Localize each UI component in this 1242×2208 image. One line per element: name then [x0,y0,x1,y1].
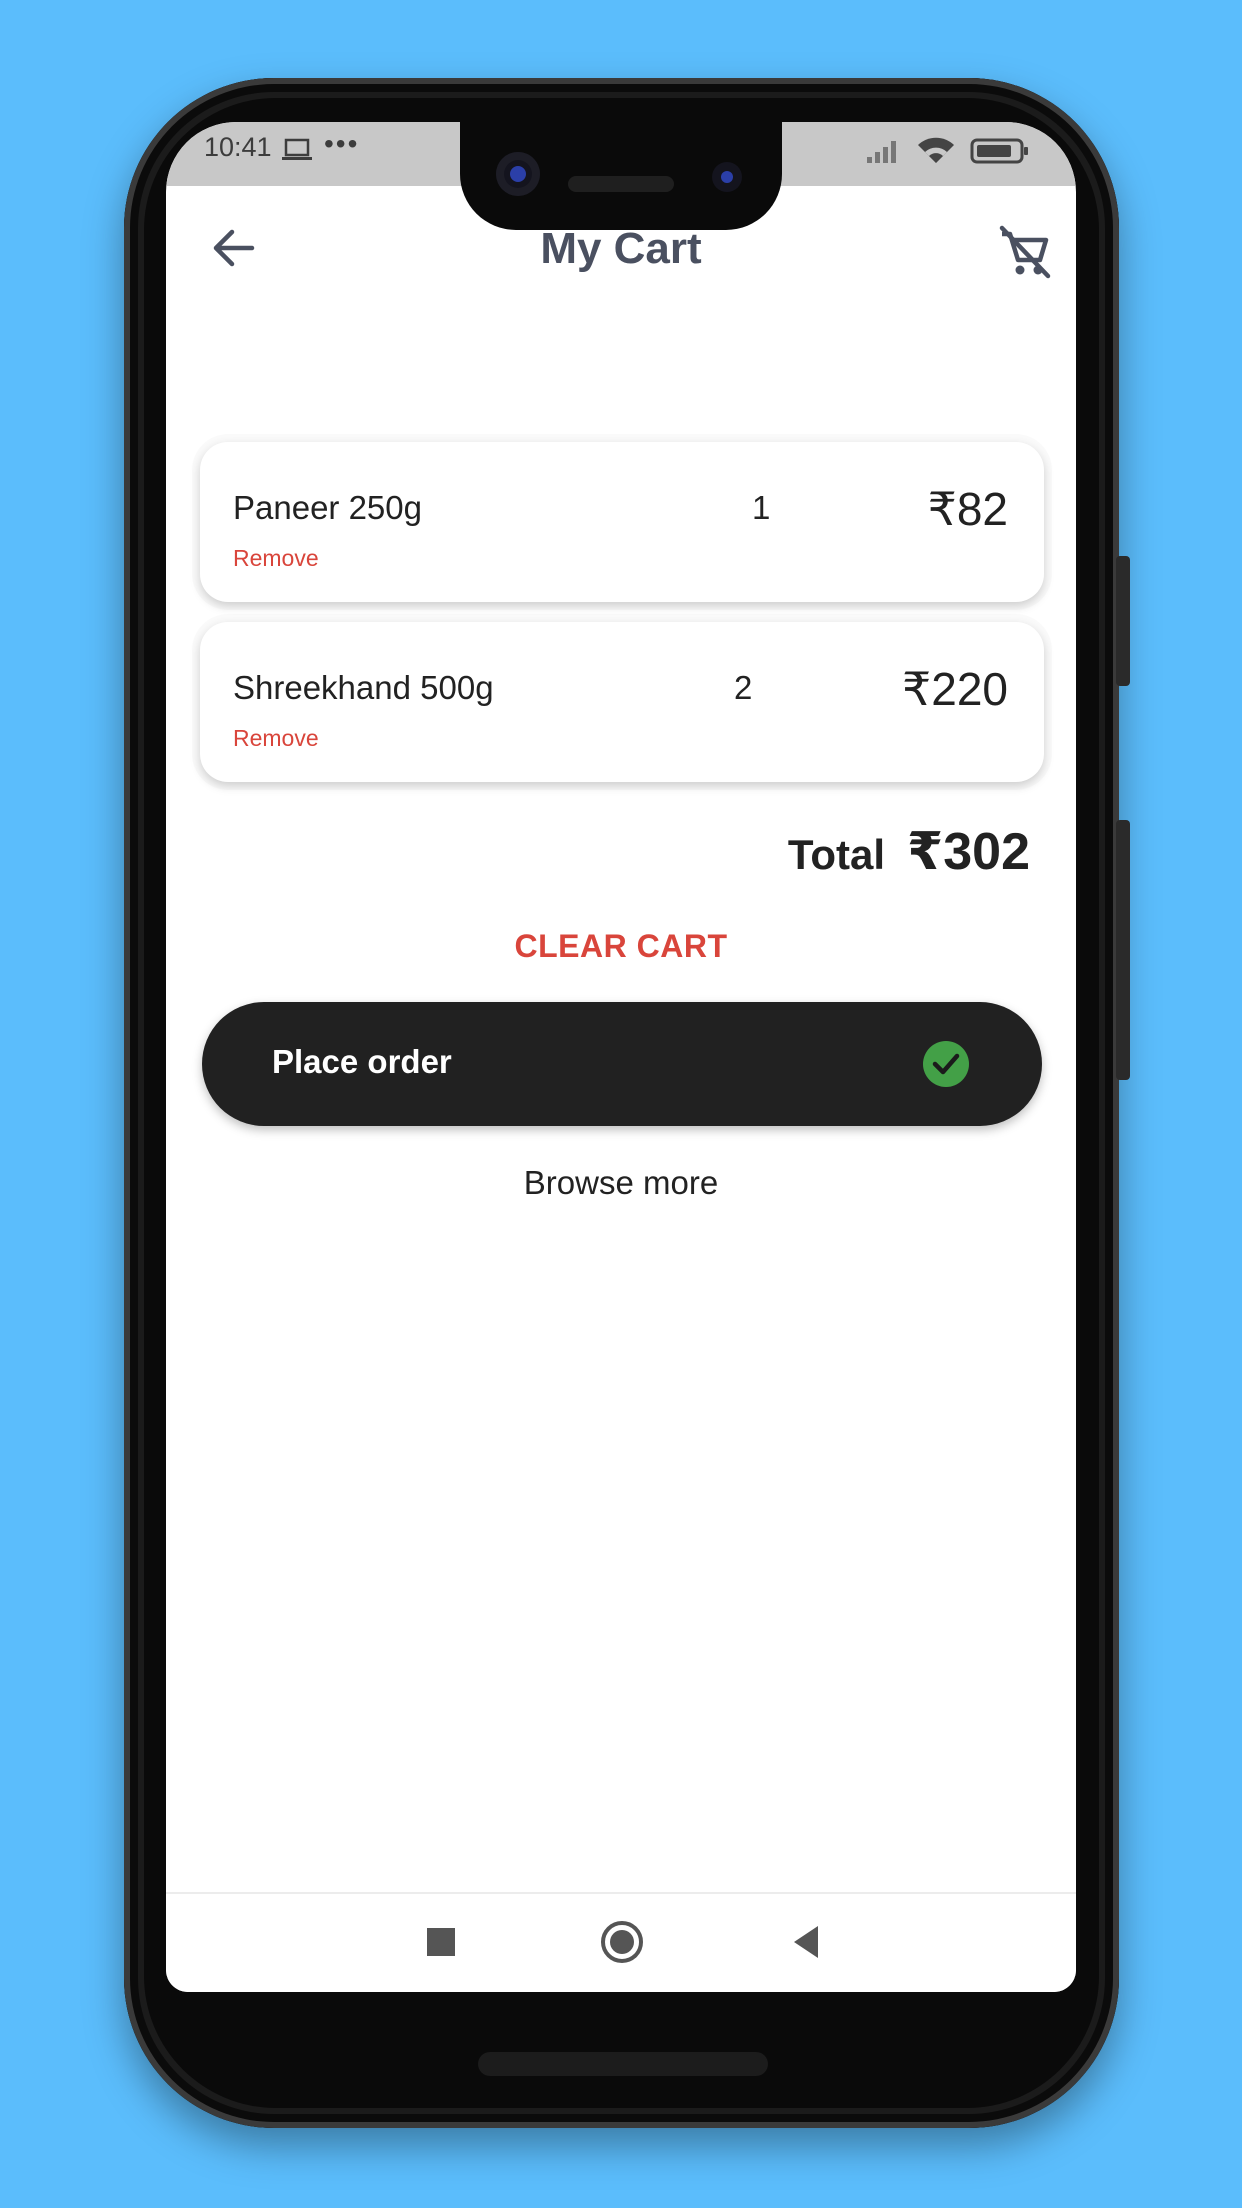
remove-item-button[interactable]: Remove [233,545,319,572]
recents-square-icon[interactable] [419,1920,463,1964]
cart-item-card: Shreekhand 500g Remove 2 ₹220 [200,622,1044,782]
item-quantity: 2 [734,669,753,706]
total-label: Total [787,831,886,878]
status-icons [866,136,1030,171]
remove-shopping-cart-icon [999,225,1051,279]
laptop-icon [281,138,313,167]
battery-icon [970,137,1030,170]
item-name: Paneer 250g [233,489,422,526]
screen: 10:41 ••• My Cart Paneer 250g Remove 1 ₹… [166,122,1076,1992]
remove-item-button[interactable]: Remove [233,725,319,752]
volume-button [1116,556,1130,686]
item-price: ₹82 [927,483,1008,535]
page-title: My Cart [540,224,702,273]
wifi-icon [916,136,956,171]
item-price: ₹220 [901,663,1008,715]
cart-item-card: Paneer 250g Remove 1 ₹82 [200,442,1044,602]
check-circle-icon [923,1041,969,1087]
app-bar: My Cart [166,186,1076,306]
clear-cart-button[interactable]: CLEAR CART [166,928,1076,965]
signal-icon [866,137,902,170]
more-notifications-icon: ••• [324,128,360,159]
home-indicator [478,2052,768,2076]
place-order-button[interactable]: Place order [202,1002,1042,1126]
item-name: Shreekhand 500g [233,669,494,706]
clear-cart-icon-button[interactable] [994,222,1054,282]
system-nav-bar [166,1892,1076,1992]
home-circle-icon[interactable] [600,1920,644,1964]
total-value: ₹302 [907,823,1030,881]
total-row: Total ₹302 [788,822,1030,882]
status-time: 10:41 [204,132,272,162]
browse-more-button[interactable]: Browse more [166,1164,1076,1202]
power-button [1116,820,1130,1080]
back-triangle-icon[interactable] [786,1920,830,1964]
place-order-label: Place order [272,1043,452,1080]
item-quantity: 1 [752,489,771,526]
